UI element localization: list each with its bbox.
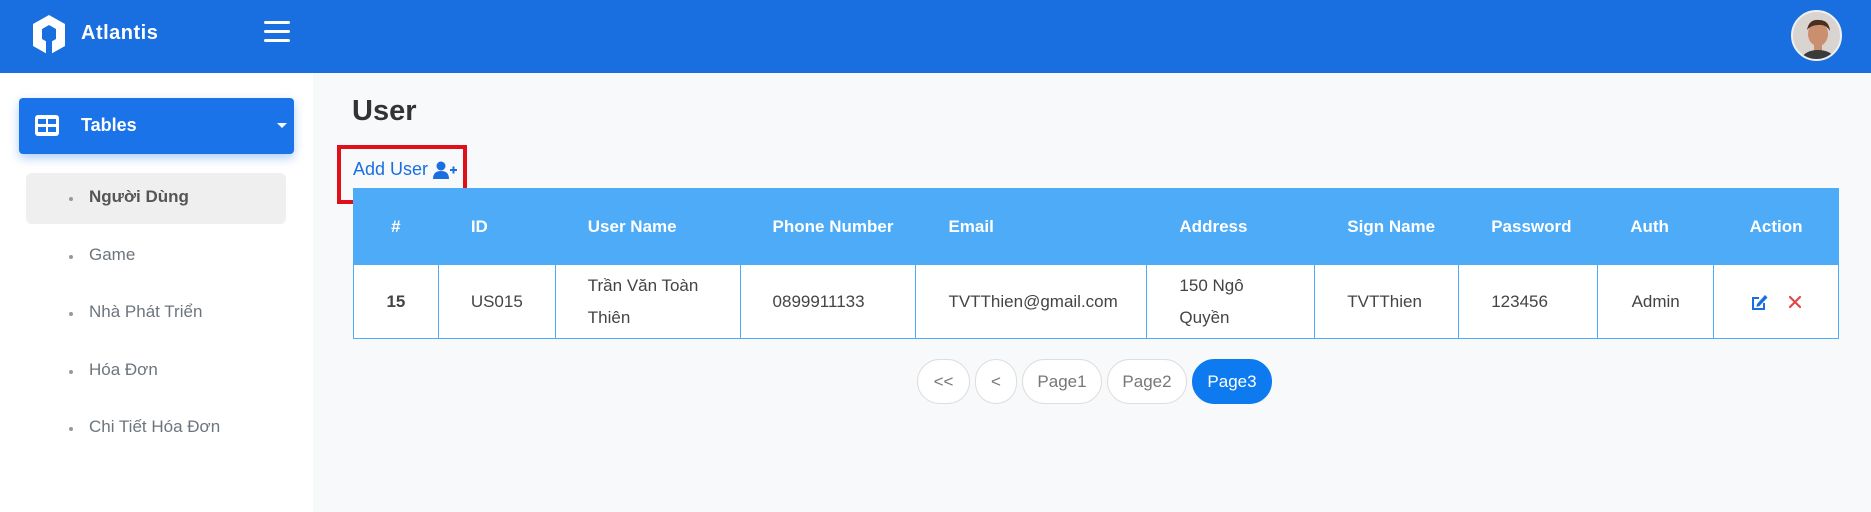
first-page-button[interactable]: << <box>917 359 970 404</box>
user-plus-icon <box>433 161 458 179</box>
cell-number: 15 <box>353 264 439 339</box>
cell-actions <box>1713 264 1839 339</box>
sidebar-item-label: Nhà Phát Triển <box>89 302 203 321</box>
sidebar-item-label: Game <box>89 245 136 264</box>
column-header: User Name <box>554 188 741 265</box>
sidebar-item-label: Hóa Đơn <box>89 360 158 379</box>
edit-icon[interactable] <box>1749 293 1769 312</box>
table-header-row: # ID User Name Phone Number Email Addres… <box>353 188 1839 265</box>
table-row: 15 US015 Trần Văn Toàn Thiên 0899911133 … <box>353 264 1839 339</box>
cell-password: 123456 <box>1458 264 1599 339</box>
bullet-icon <box>69 370 73 374</box>
menu-toggle-icon[interactable] <box>264 21 290 43</box>
add-user-label: Add User <box>353 159 429 179</box>
cell-auth: Admin <box>1597 264 1715 339</box>
sidebar-item-game[interactable]: Game <box>26 231 286 282</box>
table-icon <box>35 115 59 136</box>
page-3-button[interactable]: Page3 <box>1192 359 1272 404</box>
bullet-icon <box>69 197 73 201</box>
bullet-icon <box>69 312 73 316</box>
column-header: Password <box>1458 188 1599 265</box>
sidebar-item-chi-tiet-hoa-don[interactable]: Chi Tiết Hóa Đơn <box>26 403 286 454</box>
brand-header: Atlantis <box>0 0 313 73</box>
column-header: ID <box>437 188 556 265</box>
users-table: # ID User Name Phone Number Email Addres… <box>353 188 1839 339</box>
page-1-button[interactable]: Page1 <box>1022 359 1102 404</box>
brand-name: Atlantis <box>81 22 159 44</box>
column-header: Address <box>1146 188 1316 265</box>
column-header: Email <box>915 188 1148 265</box>
delete-icon[interactable] <box>1787 294 1803 310</box>
cell-user-name: Trần Văn Toàn Thiên <box>554 264 741 339</box>
sidebar-menu-tables[interactable]: Tables <box>19 98 294 154</box>
atlantis-logo-icon <box>33 15 65 55</box>
sidebar: Atlantis Tables Người Dùng Game Nhà Phát… <box>0 0 313 512</box>
user-avatar[interactable] <box>1791 10 1842 61</box>
cell-id: US015 <box>437 264 556 339</box>
previous-page-button[interactable]: < <box>975 359 1017 404</box>
column-header: Phone Number <box>739 188 917 265</box>
top-navbar <box>313 0 1871 73</box>
column-header: Auth <box>1597 188 1715 265</box>
cell-sign-name: TVTThien <box>1314 264 1460 339</box>
cell-phone: 0899911133 <box>739 264 917 339</box>
bullet-icon <box>69 255 73 259</box>
bullet-icon <box>69 427 73 431</box>
add-user-button[interactable]: Add User <box>353 159 458 180</box>
sidebar-item-label: Chi Tiết Hóa Đơn <box>89 417 221 436</box>
page-title: User <box>352 95 417 127</box>
sidebar-item-nguoi-dung[interactable]: Người Dùng <box>26 173 286 224</box>
column-header: # <box>353 188 439 265</box>
caret-down-icon <box>277 123 287 128</box>
sidebar-item-hoa-don[interactable]: Hóa Đơn <box>26 346 286 397</box>
sidebar-item-nha-phat-trien[interactable]: Nhà Phát Triển <box>26 288 286 339</box>
sidebar-menu-label: Tables <box>81 115 137 135</box>
pagination: << < Page1 Page2 Page3 <box>917 359 1277 404</box>
column-header: Action <box>1713 188 1839 265</box>
cell-email: TVTThien@gmail.com <box>915 264 1148 339</box>
column-header: Sign Name <box>1314 188 1460 265</box>
cell-address: 150 Ngô Quyền <box>1146 264 1316 339</box>
sidebar-item-label: Người Dùng <box>89 187 189 206</box>
page-2-button[interactable]: Page2 <box>1107 359 1187 404</box>
